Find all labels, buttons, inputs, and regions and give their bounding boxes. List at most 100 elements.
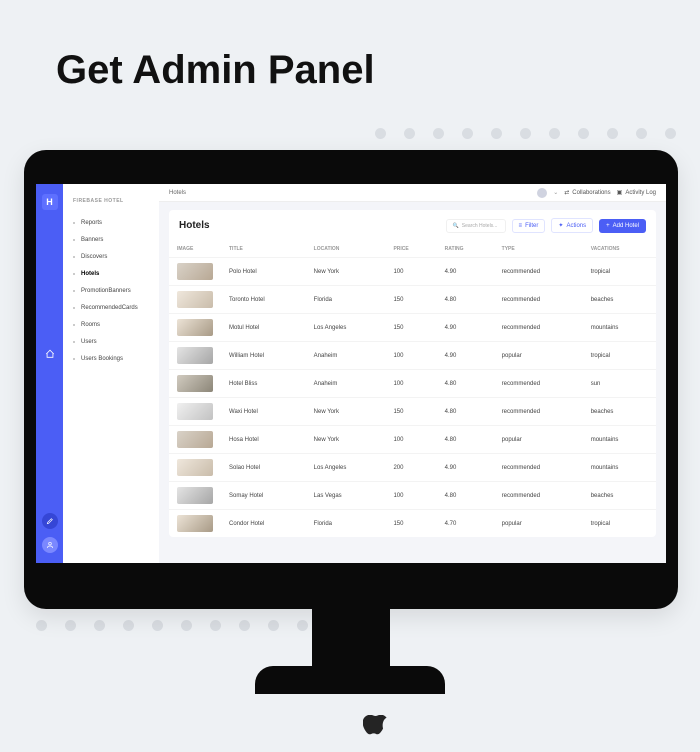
user-icon[interactable] <box>42 537 58 553</box>
cell-vacations: tropical <box>583 510 656 538</box>
cell-location: Los Angeles <box>306 454 386 482</box>
cell-title: Somay Hotel <box>221 482 306 510</box>
cell-title: Motul Hotel <box>221 314 306 342</box>
home-icon[interactable] <box>42 346 58 362</box>
cell-vacations: beaches <box>583 286 656 314</box>
sidebar-item-users[interactable]: Users <box>73 333 159 350</box>
cell-type: popular <box>494 510 583 538</box>
hotel-thumbnail <box>177 319 213 336</box>
column-header: LOCATION <box>306 241 386 258</box>
plus-icon: + <box>606 223 610 229</box>
cell-type: recommended <box>494 286 583 314</box>
sidebar-item-users-bookings[interactable]: Users Bookings <box>73 350 159 367</box>
filter-button[interactable]: ≡ Filter <box>512 219 546 233</box>
sidebar-item-rooms[interactable]: Rooms <box>73 316 159 333</box>
cell-rating: 4.80 <box>437 426 494 454</box>
hotels-table: IMAGETITLELOCATIONPRICERATINGTYPEVACATIO… <box>169 241 656 537</box>
nav-dot-icon <box>73 358 75 360</box>
sidebar-item-label: Rooms <box>81 322 100 328</box>
nav-dot-icon <box>73 222 75 224</box>
cell-title: Polo Hotel <box>221 258 306 286</box>
nav-dot-icon <box>73 256 75 258</box>
cell-location: Anaheim <box>306 370 386 398</box>
cell-location: Los Angeles <box>306 314 386 342</box>
table-row[interactable]: Toronto HotelFlorida1504.80recommendedbe… <box>169 286 656 314</box>
sidebar-item-label: Users Bookings <box>81 356 123 362</box>
sidebar: FIREBASE HOTEL Reports Banners DiscoversHo… <box>63 184 159 563</box>
table-row[interactable]: Hosa HotelNew York1004.80popularmountain… <box>169 426 656 454</box>
nav-dot-icon <box>73 239 75 241</box>
cell-type: recommended <box>494 370 583 398</box>
table-row[interactable]: Waxi HotelNew York1504.80recommendedbeac… <box>169 398 656 426</box>
hotel-thumbnail <box>177 347 213 364</box>
add-hotel-button[interactable]: + Add Hotel <box>599 219 646 233</box>
column-header: RATING <box>437 241 494 258</box>
avatar[interactable] <box>537 188 547 198</box>
cell-price: 100 <box>385 342 436 370</box>
cell-title: Condor Hotel <box>221 510 306 538</box>
nav-dot-icon <box>73 341 75 343</box>
cell-price: 150 <box>385 314 436 342</box>
cell-location: New York <box>306 258 386 286</box>
cell-location: Florida <box>306 510 386 538</box>
cell-title: William Hotel <box>221 342 306 370</box>
cell-price: 150 <box>385 286 436 314</box>
sidebar-item-discovers[interactable]: Discovers <box>73 248 159 265</box>
cell-title: Toronto Hotel <box>221 286 306 314</box>
column-header: IMAGE <box>169 241 221 258</box>
actions-button[interactable]: ✦ Actions <box>551 218 593 233</box>
cell-vacations: sun <box>583 370 656 398</box>
nav-dot-icon <box>73 273 75 275</box>
table-row[interactable]: Solao HotelLos Angeles2004.90recommended… <box>169 454 656 482</box>
sidebar-item-banners[interactable]: Banners <box>73 231 159 248</box>
hotels-panel: Hotels 🔍 Search Hotels... ≡ Filter <box>169 210 656 537</box>
hotel-thumbnail <box>177 375 213 392</box>
table-row[interactable]: Hotel BlissAnaheim1004.80recommendedsun <box>169 370 656 398</box>
filter-icon: ≡ <box>519 223 523 229</box>
cell-vacations: tropical <box>583 258 656 286</box>
hotel-thumbnail <box>177 403 213 420</box>
icon-rail: H <box>36 184 63 563</box>
table-row[interactable]: Polo HotelNew York1004.90recommendedtrop… <box>169 258 656 286</box>
table-row[interactable]: Motul HotelLos Angeles1504.90recommended… <box>169 314 656 342</box>
monitor-stand-base <box>255 666 445 694</box>
cell-vacations: mountains <box>583 454 656 482</box>
nav-dot-icon <box>73 324 75 326</box>
activity-log-link[interactable]: ▣ Activity Log <box>617 189 656 196</box>
cell-type: recommended <box>494 482 583 510</box>
breadcrumb: Hotels <box>169 190 186 196</box>
sidebar-item-label: Users <box>81 339 97 345</box>
sidebar-item-recommendedcards[interactable]: RecommendedCards <box>73 299 159 316</box>
cell-title: Hosa Hotel <box>221 426 306 454</box>
cell-rating: 4.90 <box>437 342 494 370</box>
column-header: TYPE <box>494 241 583 258</box>
cell-vacations: mountains <box>583 426 656 454</box>
hotel-thumbnail <box>177 263 213 280</box>
sidebar-item-promotionbanners[interactable]: PromotionBanners <box>73 282 159 299</box>
sidebar-item-reports[interactable]: Reports <box>73 214 159 231</box>
sidebar-item-hotels[interactable]: Hotels <box>73 265 159 282</box>
search-input[interactable]: 🔍 Search Hotels... <box>446 219 506 233</box>
hotel-thumbnail <box>177 291 213 308</box>
cell-location: Las Vegas <box>306 482 386 510</box>
nav-dot-icon <box>73 307 75 309</box>
sidebar-item-label: Banners <box>81 237 103 243</box>
cell-title: Waxi Hotel <box>221 398 306 426</box>
cell-price: 100 <box>385 370 436 398</box>
table-row[interactable]: Somay HotelLas Vegas1004.80recommendedbe… <box>169 482 656 510</box>
cell-location: Florida <box>306 286 386 314</box>
brand-label: FIREBASE HOTEL <box>73 198 159 204</box>
app-logo[interactable]: H <box>42 194 58 210</box>
hotel-thumbnail <box>177 431 213 448</box>
cell-vacations: mountains <box>583 314 656 342</box>
chevron-down-icon[interactable]: ⌄ <box>553 189 558 196</box>
edit-icon[interactable] <box>42 513 58 529</box>
cell-type: popular <box>494 342 583 370</box>
table-row[interactable]: Condor HotelFlorida1504.70populartropica… <box>169 510 656 538</box>
cell-rating: 4.90 <box>437 258 494 286</box>
table-row[interactable]: William HotelAnaheim1004.90populartropic… <box>169 342 656 370</box>
cell-rating: 4.80 <box>437 482 494 510</box>
sidebar-item-label: RecommendedCards <box>81 305 138 311</box>
apple-logo-icon <box>363 715 387 746</box>
collaborations-link[interactable]: ⇄ Collaborations <box>564 189 610 196</box>
